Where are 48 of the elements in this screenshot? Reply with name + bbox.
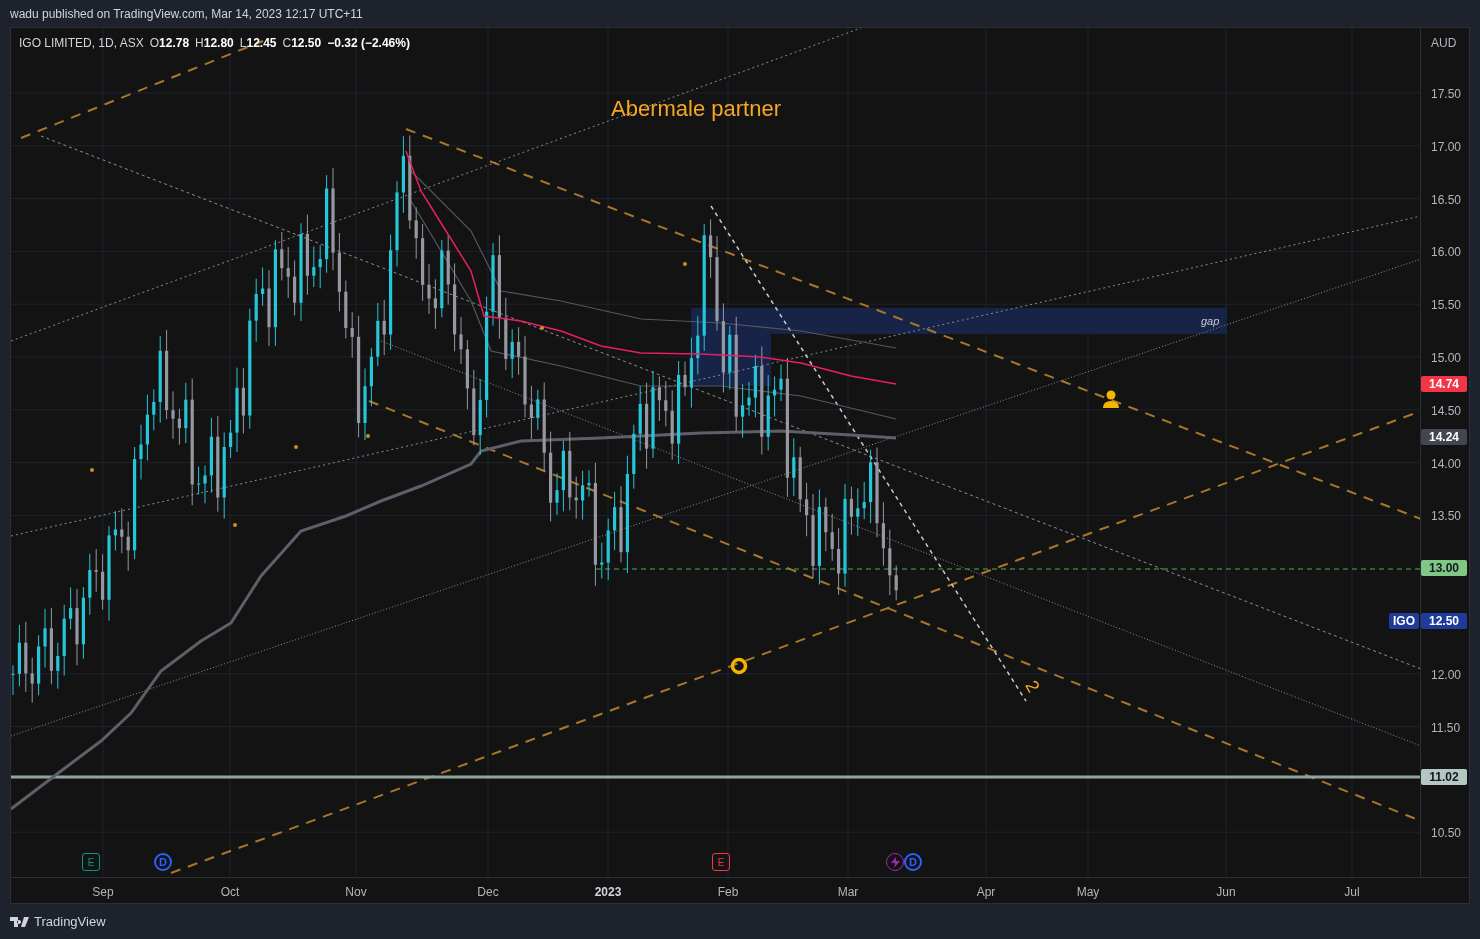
publish-info: wadu published on TradingView.com, Mar 14, 2023 12:17 UTC+11 (10, 5, 363, 23)
symbol-title: IGO LIMITED, 1D, ASX (19, 35, 144, 52)
symbol-tag: IGO (1389, 613, 1419, 629)
price-label: 14.24 (1421, 429, 1467, 446)
price-label: 12.50 (1421, 613, 1467, 629)
ring-icon (730, 657, 748, 675)
zone-label: gap (1201, 314, 1220, 329)
ohlc-value: H12.80 (195, 35, 234, 52)
currency-label: AUD (1431, 35, 1457, 52)
person-icon[interactable] (1103, 390, 1119, 408)
price-label: 13.00 (1421, 560, 1467, 577)
dividend-marker[interactable]: D (904, 853, 922, 871)
ohlc-value: C12.50 (282, 35, 322, 52)
chart-note: Abermale partner (611, 95, 781, 123)
brand-name[interactable]: TradingView (34, 911, 106, 932)
time-tick: Feb (717, 884, 739, 901)
ohlc-value: O12.78 (149, 35, 190, 52)
wave-label: 2 (1020, 675, 1045, 698)
price-tick: 13.50 (1431, 508, 1462, 526)
price-tick: 12.00 (1431, 666, 1462, 684)
price-label: 14.74 (1421, 376, 1467, 393)
price-tick: 14.00 (1431, 455, 1462, 473)
time-tick: Mar (837, 884, 859, 901)
time-tick: May (1076, 884, 1100, 901)
price-tick: 10.50 (1431, 825, 1462, 843)
price-tick: 14.50 (1431, 402, 1462, 420)
time-tick: Apr (976, 884, 996, 901)
earnings-marker[interactable]: E (712, 853, 730, 871)
price-tick: 16.50 (1431, 191, 1462, 209)
time-tick: 2023 (594, 884, 622, 901)
price-tick: 11.50 (1431, 719, 1461, 737)
price-tick: 17.50 (1431, 86, 1462, 103)
time-tick: Oct (220, 884, 240, 901)
time-tick: Jul (1344, 884, 1360, 901)
logo-icon (10, 916, 30, 927)
ohlc-value: L12.45 (239, 35, 277, 52)
earnings-marker[interactable]: E (82, 853, 100, 871)
price-tick: 16.00 (1431, 244, 1462, 262)
time-tick: Jun (1216, 884, 1236, 901)
time-tick: Nov (345, 884, 367, 901)
price-change: −0.32 (−2.46%) (327, 35, 410, 52)
price-tick: 15.50 (1431, 297, 1462, 315)
price-label: 11.02 (1421, 769, 1467, 786)
price-tick: 15.00 (1431, 350, 1462, 367)
price-tick: 17.00 (1431, 138, 1462, 156)
time-tick: Sep (92, 884, 114, 901)
time-tick: Dec (477, 884, 499, 901)
dividend-marker[interactable]: D (154, 853, 172, 871)
